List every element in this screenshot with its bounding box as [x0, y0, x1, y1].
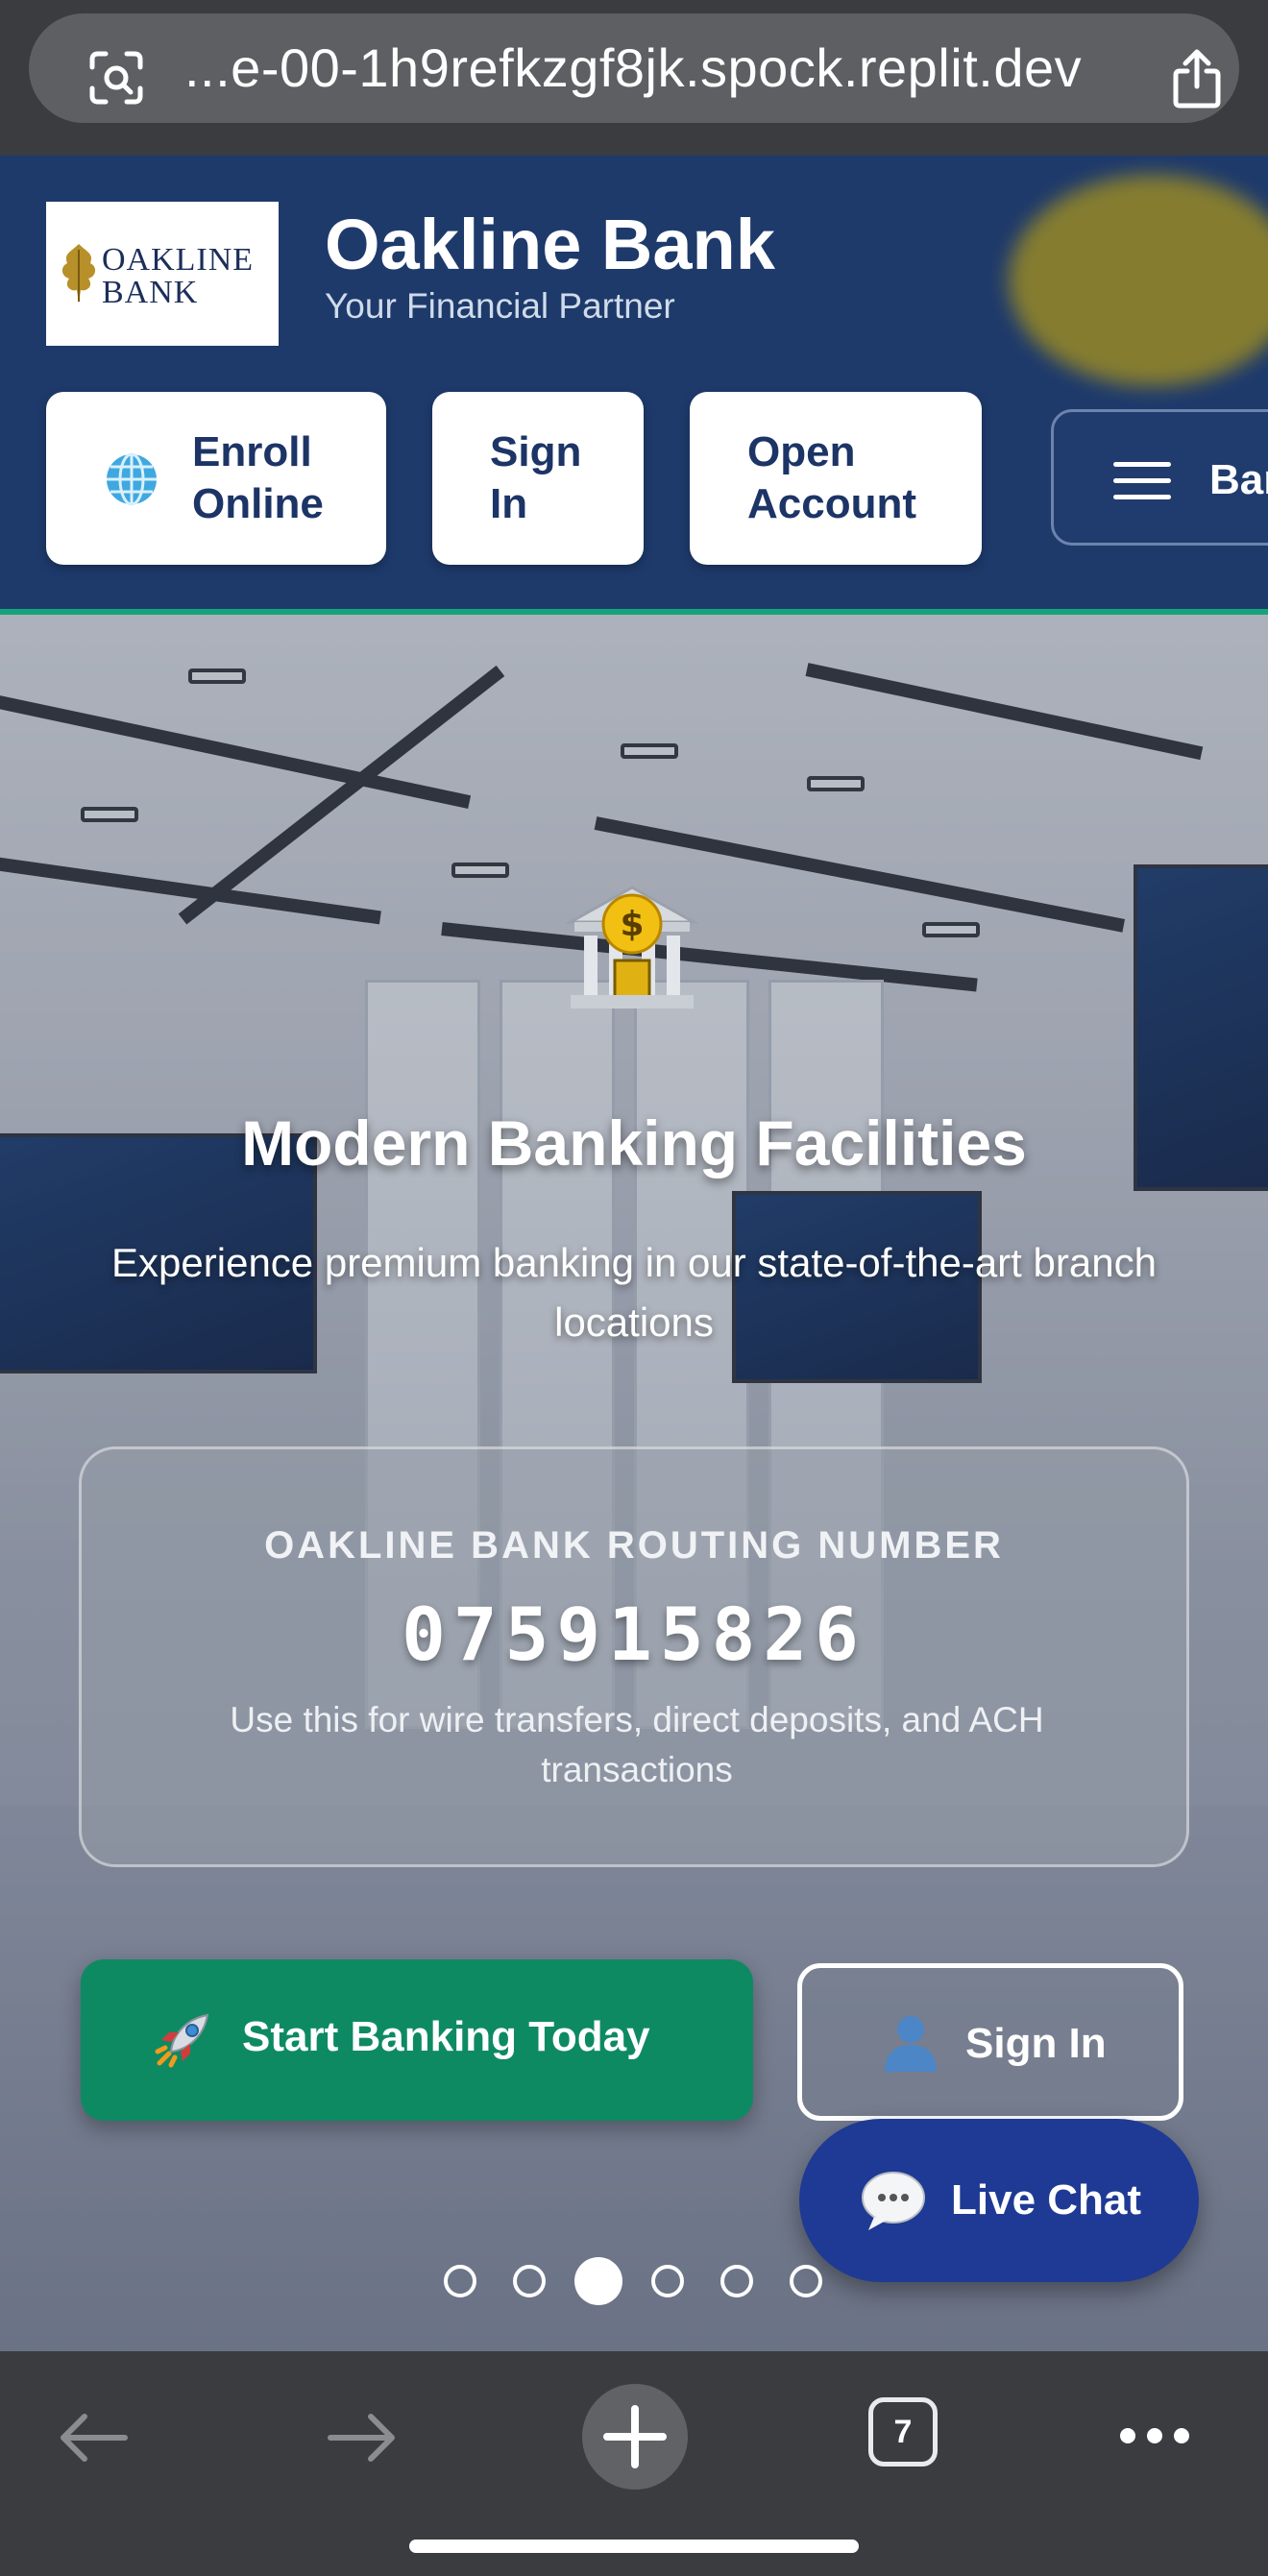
- forward-arrow-icon[interactable]: [327, 2411, 400, 2465]
- routing-number-card: OAKLINE BANK ROUTING NUMBER 075915826 Us…: [79, 1446, 1189, 1867]
- rocket-icon: [155, 2013, 209, 2068]
- routing-label: OAKLINE BANK ROUTING NUMBER: [264, 1524, 1004, 1567]
- open-label-line1: Open: [747, 428, 856, 475]
- open-label-line2: Account: [747, 480, 916, 527]
- chat-bubble-icon: [862, 2172, 925, 2230]
- routing-number[interactable]: 075915826: [82, 1592, 1186, 1677]
- carousel-dot[interactable]: [651, 2265, 684, 2297]
- routing-note: Use this for wire transfers, direct depo…: [230, 1700, 1044, 1789]
- back-arrow-icon[interactable]: [56, 2411, 129, 2465]
- carousel-dot-active[interactable]: [574, 2257, 622, 2305]
- carousel-dot[interactable]: [790, 2265, 822, 2297]
- start-banking-label: Start Banking Today: [242, 2013, 650, 2060]
- enroll-label-line2: Online: [192, 480, 324, 527]
- hero-sign-in-label: Sign In: [965, 2020, 1107, 2067]
- signin-label-line2: In: [490, 480, 528, 527]
- oak-leaf-icon: [61, 244, 96, 304]
- menu-label: Bar: [1209, 456, 1268, 503]
- hamburger-icon: [1113, 462, 1171, 500]
- globe-icon: [107, 452, 157, 506]
- carousel-dot[interactable]: [513, 2265, 546, 2297]
- plus-icon: [603, 2405, 667, 2468]
- logo-text-line1: OAKLINE: [102, 242, 255, 278]
- decorative-blob: [1009, 175, 1268, 386]
- bank-logo[interactable]: OAKLINE BANK: [46, 202, 279, 346]
- brand-tagline: Your Financial Partner: [325, 286, 675, 326]
- brand-name: Oakline Bank: [325, 205, 775, 284]
- carousel-dot[interactable]: [444, 2265, 476, 2297]
- person-icon: [885, 2016, 937, 2072]
- open-account-button[interactable]: Open Account: [690, 392, 982, 565]
- carousel-dots: [0, 2255, 1268, 2309]
- hero-sign-in-button[interactable]: Sign In: [797, 1963, 1183, 2121]
- enroll-label-line1: Enroll: [192, 428, 312, 475]
- carousel-dot[interactable]: [720, 2265, 753, 2297]
- home-indicator: [409, 2540, 859, 2553]
- hero-title: Modern Banking Facilities: [241, 1107, 1027, 1179]
- browser-top-bar: ...e-00-1h9refkzgf8jk.spock.replit.dev: [0, 0, 1268, 156]
- menu-button[interactable]: Bar: [1051, 409, 1268, 546]
- tab-count-button[interactable]: 7: [868, 2397, 938, 2467]
- logo-text-line2: BANK: [102, 275, 199, 310]
- new-tab-button[interactable]: [582, 2384, 688, 2490]
- header-sign-in-button[interactable]: Sign In: [432, 392, 644, 565]
- svg-text:$: $: [620, 905, 644, 944]
- bank-building-icon: $: [565, 886, 699, 1009]
- share-icon[interactable]: [1170, 48, 1224, 109]
- url-text: ...e-00-1h9refkzgf8jk.spock.replit.dev: [184, 37, 1083, 98]
- enroll-online-button[interactable]: Enroll Online: [46, 392, 386, 565]
- signin-label-line1: Sign: [490, 428, 582, 475]
- hero-subtitle: Experience premium banking in our state-…: [111, 1240, 1157, 1345]
- address-bar[interactable]: ...e-00-1h9refkzgf8jk.spock.replit.dev: [29, 13, 1239, 123]
- live-chat-label: Live Chat: [951, 2176, 1142, 2224]
- more-options-icon[interactable]: [1118, 2426, 1191, 2445]
- start-banking-button[interactable]: Start Banking Today: [81, 1959, 753, 2121]
- site-header: OAKLINE BANK Oakline Bank Your Financial…: [0, 156, 1268, 615]
- page-scan-icon[interactable]: [88, 50, 144, 106]
- hero-carousel: $ Modern Banking Facilities Experience p…: [0, 615, 1268, 2351]
